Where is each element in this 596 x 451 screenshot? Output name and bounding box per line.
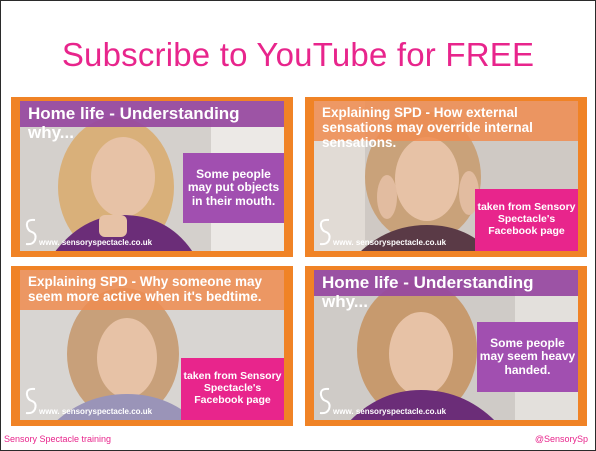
footer-training-label: Sensory Spectacle training — [4, 434, 112, 444]
thumbnail-border — [284, 266, 293, 426]
video-caption: Some people may put objects in their mou… — [183, 153, 284, 223]
thumbnail-border — [578, 97, 587, 257]
website-url: www. sensoryspectacle.co.uk — [333, 238, 447, 247]
website-url: www. sensoryspectacle.co.uk — [333, 407, 447, 416]
video-thumbnail-active-bedtime[interactable]: Explaining SPD - Why someone may seem mo… — [11, 266, 293, 426]
thumbnail-border — [305, 251, 587, 257]
footer-handle: @SensorySp — [534, 434, 588, 444]
sensory-spectacle-logo-icon — [25, 218, 37, 246]
website-url: www. sensoryspectacle.co.uk — [39, 238, 153, 247]
thumbnail-border — [578, 266, 587, 426]
sensory-spectacle-logo-icon — [25, 387, 37, 415]
video-thumbnail-home-life-mouth[interactable]: Home life - Understanding why... Some pe… — [11, 97, 293, 257]
video-caption: taken from Sensory Spectacle's Facebook … — [475, 189, 578, 251]
thumbnail-border — [11, 97, 20, 257]
thumbnail-border — [284, 97, 293, 257]
thumbnail-border — [305, 420, 587, 426]
thumbnail-border — [11, 251, 293, 257]
slide-title: Subscribe to YouTube for FREE — [61, 36, 535, 73]
sensory-spectacle-logo-icon — [319, 387, 331, 415]
thumbnail-border — [305, 97, 314, 257]
sensory-spectacle-logo-icon — [319, 218, 331, 246]
video-banner-title: Home life - Understanding why... — [314, 270, 578, 311]
video-thumbnail-home-life-heavy-handed[interactable]: Home life - Understanding why... Some pe… — [305, 266, 587, 426]
thumbnail-border — [11, 266, 20, 426]
thumbnail-border — [305, 266, 314, 426]
video-caption: Some people may seem heavy handed. — [477, 322, 578, 392]
video-banner-title: Explaining SPD - How external sensations… — [314, 101, 578, 150]
website-url: www. sensoryspectacle.co.uk — [39, 407, 153, 416]
video-thumbnail-external-sensations[interactable]: Explaining SPD - How external sensations… — [305, 97, 587, 257]
video-banner-title: Home life - Understanding why... — [20, 101, 284, 142]
video-caption: taken from Sensory Spectacle's Facebook … — [181, 358, 284, 420]
video-banner-title: Explaining SPD - Why someone may seem mo… — [20, 270, 284, 310]
thumbnail-border — [11, 420, 293, 426]
